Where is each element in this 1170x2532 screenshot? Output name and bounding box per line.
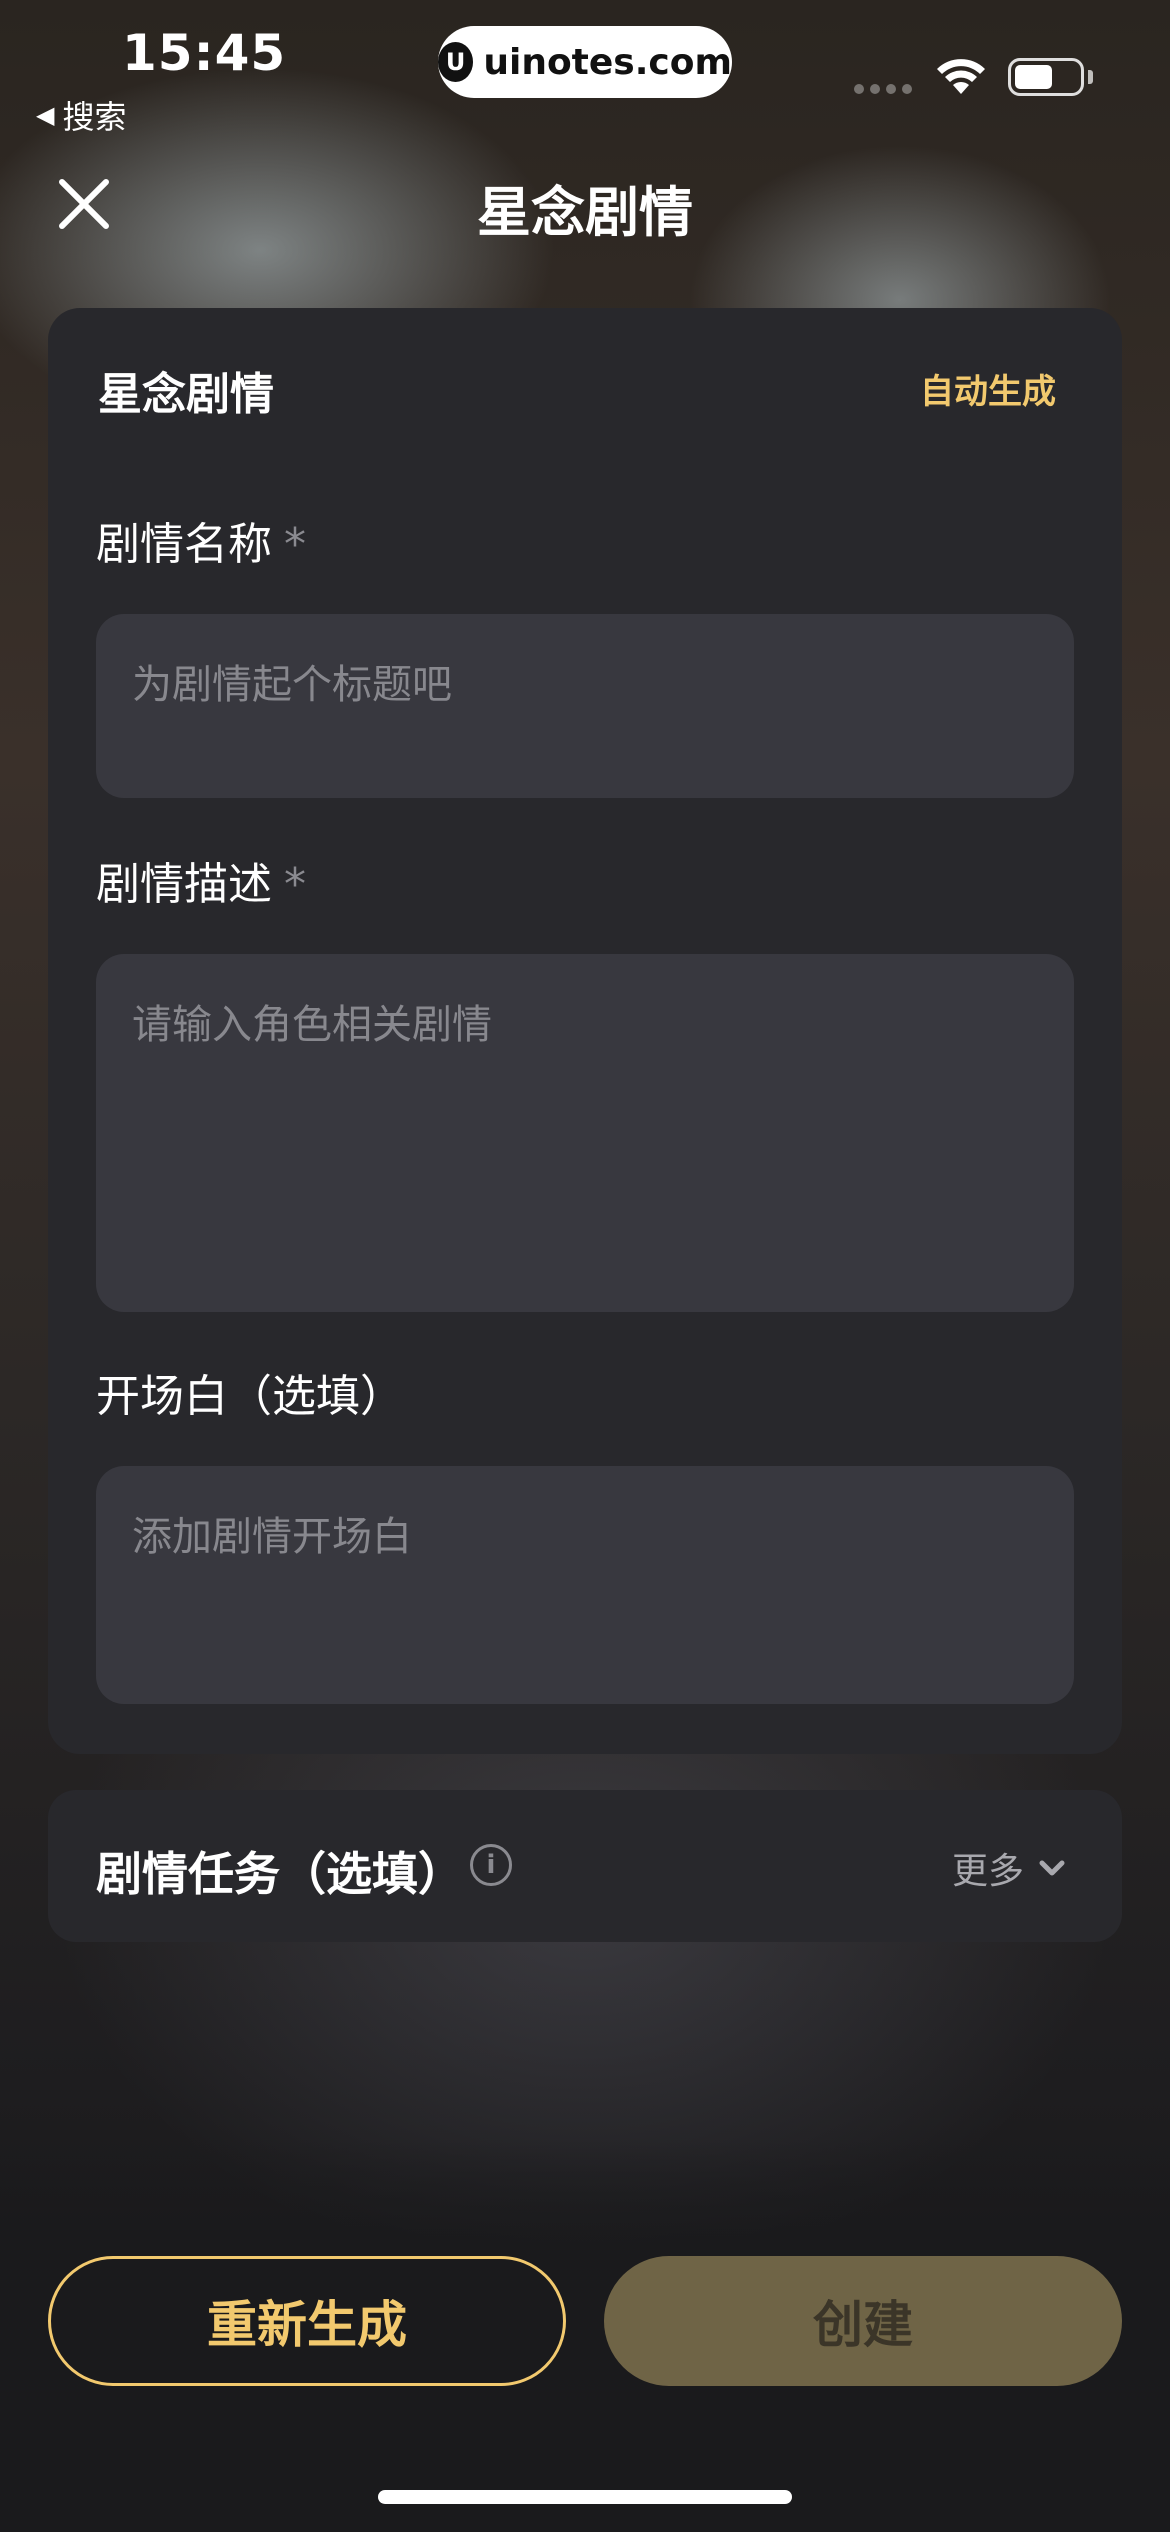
more-label: 更多 bbox=[951, 1851, 1024, 1892]
card-title: 星念剧情 bbox=[98, 369, 274, 420]
battery-icon bbox=[1008, 58, 1084, 96]
info-icon[interactable]: i bbox=[470, 1844, 512, 1886]
story-name-label-text: 剧情名称 bbox=[96, 519, 272, 570]
status-bar: 15:45 ◀ 搜索 U uinotes.com bbox=[0, 0, 1170, 140]
story-desc-label-text: 剧情描述 bbox=[96, 859, 272, 910]
create-button[interactable]: 创建 bbox=[604, 2256, 1122, 2386]
back-arrow-icon: ◀ bbox=[36, 101, 55, 129]
status-time: 15:45 bbox=[122, 24, 287, 82]
opening-label: 开场白（选填） bbox=[96, 1371, 404, 1422]
cellular-signal-icon bbox=[854, 84, 912, 94]
page-title: 星念剧情 bbox=[477, 181, 693, 244]
story-name-input[interactable]: 为剧情起个标题吧 bbox=[96, 614, 1074, 798]
battery-nub bbox=[1088, 70, 1093, 84]
site-logo-icon: U bbox=[438, 42, 474, 82]
opening-textarea[interactable]: 添加剧情开场白 bbox=[96, 1466, 1074, 1704]
story-task-label: 剧情任务（选填） bbox=[96, 1847, 464, 1901]
home-indicator[interactable] bbox=[378, 2490, 792, 2504]
url-badge: U uinotes.com bbox=[438, 26, 732, 98]
more-button[interactable]: 更多 bbox=[952, 1842, 1066, 1894]
story-desc-placeholder: 请输入角色相关剧情 bbox=[132, 1002, 492, 1048]
chevron-down-icon bbox=[1039, 1860, 1065, 1876]
required-mark: * bbox=[284, 859, 306, 910]
url-text: uinotes.com bbox=[483, 41, 732, 83]
opening-placeholder: 添加剧情开场白 bbox=[132, 1514, 412, 1560]
story-desc-label: 剧情描述 * bbox=[96, 848, 306, 912]
regenerate-button[interactable]: 重新生成 bbox=[48, 2256, 566, 2386]
back-to-search-link[interactable]: ◀ 搜索 bbox=[36, 92, 126, 138]
story-form-card: 星念剧情 自动生成 剧情名称 * 为剧情起个标题吧 剧情描述 * 请输入角色相关剧情… bbox=[48, 308, 1122, 1754]
required-mark: * bbox=[284, 519, 306, 570]
back-label: 搜索 bbox=[62, 98, 127, 136]
auto-generate-button[interactable]: 自动生成 bbox=[920, 364, 1056, 413]
story-desc-textarea[interactable]: 请输入角色相关剧情 bbox=[96, 954, 1074, 1312]
wifi-icon bbox=[937, 59, 985, 94]
story-name-label: 剧情名称 * bbox=[96, 508, 306, 572]
story-name-placeholder: 为剧情起个标题吧 bbox=[132, 662, 452, 708]
story-task-section: 剧情任务（选填） i 更多 bbox=[48, 1790, 1122, 1942]
